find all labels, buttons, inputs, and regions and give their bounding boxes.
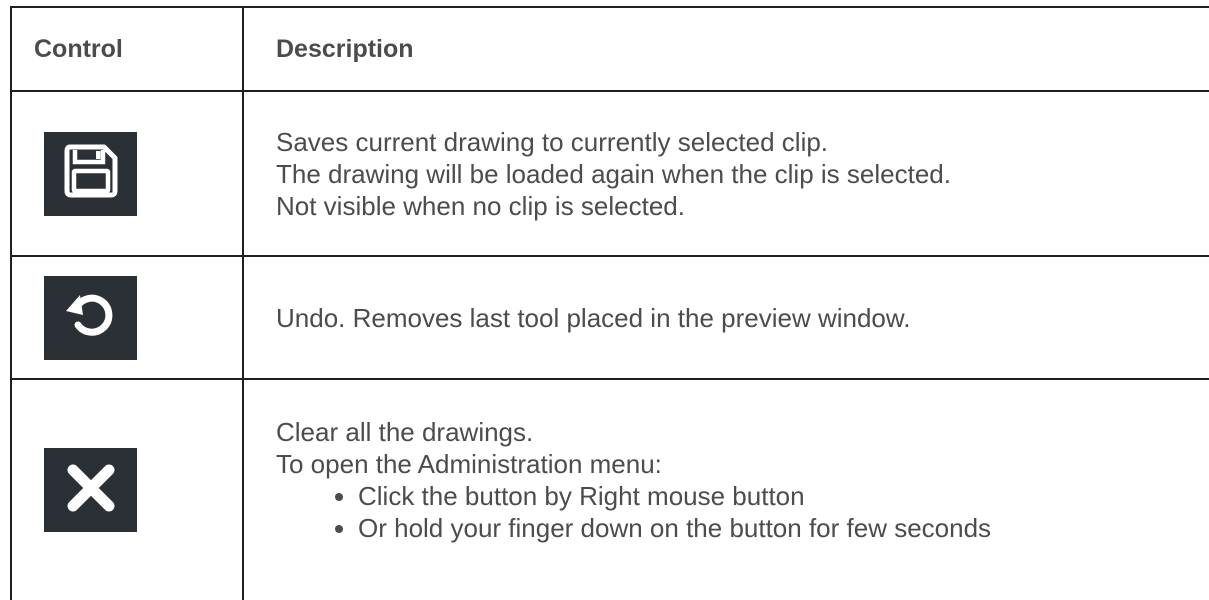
undo-icon <box>63 287 119 348</box>
clear-button[interactable] <box>44 448 137 532</box>
save-icon <box>63 143 119 204</box>
table-header-row: Control Description <box>10 8 1209 92</box>
description-cell: Clear all the drawings. To open the Admi… <box>244 380 1209 600</box>
control-cell <box>10 92 244 255</box>
description-line: Undo. Removes last tool placed in the pr… <box>276 302 911 333</box>
controls-table: Control Description Saves current drawin… <box>10 6 1209 600</box>
undo-button[interactable] <box>44 275 137 360</box>
header-description: Description <box>276 34 414 63</box>
description-line: To open the Administration menu: <box>276 449 662 479</box>
bullet-list: Click the button by Right mouse button O… <box>276 480 991 544</box>
description-line: Saves current drawing to currently selec… <box>276 126 829 157</box>
description-line: The drawing will be loaded again when th… <box>276 158 951 189</box>
list-item: Click the button by Right mouse button <box>358 480 991 512</box>
table-row: Saves current drawing to currently selec… <box>10 92 1209 257</box>
description-cell: Saves current drawing to currently selec… <box>244 92 1209 255</box>
close-icon <box>63 460 119 521</box>
list-item: Or hold your finger down on the button f… <box>358 512 991 544</box>
table-row: Undo. Removes last tool placed in the pr… <box>10 257 1209 380</box>
header-control: Control <box>10 8 244 90</box>
description-line: Not visible when no clip is selected. <box>276 190 685 221</box>
control-cell <box>10 257 244 378</box>
save-button[interactable] <box>44 131 137 216</box>
description-line: Clear all the drawings. <box>276 417 534 447</box>
control-cell <box>10 380 244 600</box>
description-cell: Undo. Removes last tool placed in the pr… <box>244 257 1209 378</box>
table-row: Clear all the drawings. To open the Admi… <box>10 380 1209 600</box>
